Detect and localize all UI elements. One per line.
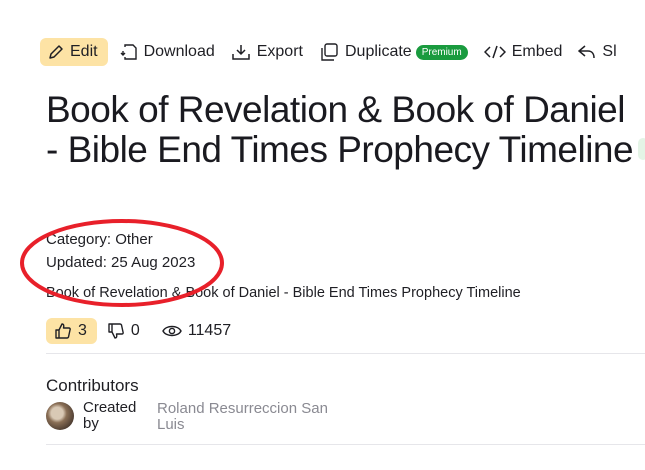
category-text: Category: Other: [46, 231, 153, 248]
embed-button[interactable]: Embed: [483, 38, 563, 66]
duplicate-button[interactable]: Duplicate Premium: [319, 38, 468, 66]
download-button[interactable]: Download: [120, 38, 215, 66]
embed-label: Embed: [511, 43, 563, 60]
edit-button[interactable]: Edit: [40, 38, 108, 66]
divider: [46, 444, 645, 445]
description-text: Book of Revelation & Book of Daniel - Bi…: [46, 285, 521, 301]
toolbar: Edit Download Export Duplicate Premium E…: [40, 38, 633, 66]
view-count: 11457: [187, 322, 232, 339]
export-icon: [231, 45, 250, 60]
contributors-heading: Contributors: [46, 376, 139, 395]
code-icon: [483, 45, 506, 59]
side-tab[interactable]: [638, 138, 645, 160]
dislike-count: 0: [130, 322, 140, 339]
thumbs-down-icon: [108, 323, 124, 339]
premium-badge: Premium: [415, 44, 468, 60]
avatar[interactable]: [46, 402, 74, 430]
duplicate-label: Duplicate: [344, 43, 412, 60]
share-button[interactable]: Sl: [578, 38, 617, 66]
stats-bar: 3 0 11457: [46, 318, 253, 344]
eye-icon: [162, 325, 182, 337]
created-by-label: Created by: [83, 399, 137, 432]
like-count: 3: [78, 322, 87, 339]
thumbs-up-icon: [55, 323, 71, 339]
page-title: Book of Revelation & Book of Daniel - Bi…: [46, 89, 634, 170]
dislike-button[interactable]: 0: [107, 322, 140, 340]
share-label: Sl: [602, 43, 617, 60]
like-button[interactable]: 3: [46, 318, 97, 344]
divider: [46, 353, 645, 354]
edit-label: Edit: [70, 43, 98, 60]
views-stat: 11457: [162, 322, 231, 340]
share-icon: [578, 45, 596, 59]
download-file-icon: [120, 44, 137, 60]
pencil-icon: [49, 45, 63, 59]
export-label: Export: [256, 43, 303, 60]
author-name[interactable]: Roland Resurreccion San Luis: [157, 401, 342, 433]
updated-text: Updated: 25 Aug 2023: [46, 254, 196, 271]
duplicate-icon: [321, 43, 338, 61]
download-label: Download: [143, 43, 215, 60]
export-button[interactable]: Export: [231, 38, 303, 66]
